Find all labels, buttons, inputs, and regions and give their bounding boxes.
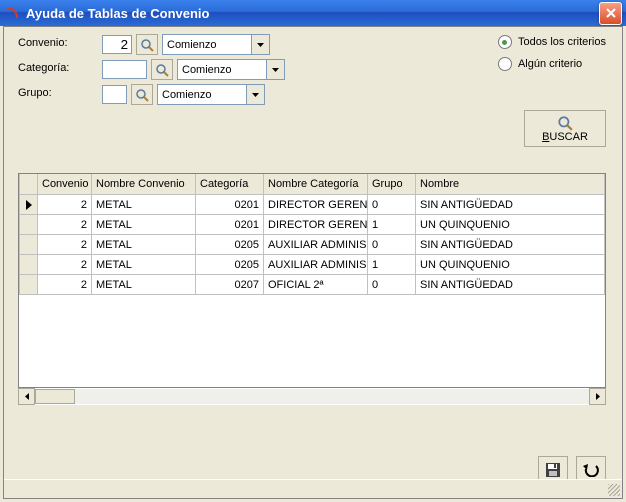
- cell[interactable]: SIN ANTIGÜEDAD: [416, 195, 605, 215]
- undo-icon: [582, 463, 600, 477]
- radio-all-label: Todos los criterios: [518, 36, 606, 48]
- cell[interactable]: UN QUINQUENIO: [416, 215, 605, 235]
- criteria-radio-group: Todos los criterios Algún criterio: [498, 35, 606, 79]
- cell[interactable]: 2: [38, 235, 92, 255]
- cell[interactable]: METAL: [92, 195, 196, 215]
- categoria-combo-text: Comienzo: [178, 64, 266, 76]
- cell[interactable]: 1: [368, 255, 416, 275]
- chevron-down-icon: [251, 35, 269, 54]
- table-row[interactable]: 2METAL0205AUXILIAR ADMINIS0SIN ANTIGÜEDA…: [20, 235, 605, 255]
- cell[interactable]: 0207: [196, 275, 264, 295]
- grupo-lookup-button[interactable]: [131, 84, 153, 105]
- cell[interactable]: 0205: [196, 255, 264, 275]
- radio-all-criteria[interactable]: Todos los criterios: [498, 35, 606, 49]
- table-row[interactable]: 2METAL0201DIRECTOR GEREN0SIN ANTIGÜEDAD: [20, 195, 605, 215]
- cell[interactable]: 2: [38, 215, 92, 235]
- status-bar: [4, 479, 622, 498]
- titlebar[interactable]: Ayuda de Tablas de Convenio: [0, 0, 626, 26]
- current-row-icon: [25, 200, 33, 210]
- radio-any-criteria[interactable]: Algún criterio: [498, 57, 606, 71]
- col-convenio[interactable]: Convenio: [38, 174, 92, 195]
- cell[interactable]: DIRECTOR GEREN: [264, 215, 368, 235]
- radio-any-label: Algún criterio: [518, 58, 582, 70]
- cell[interactable]: AUXILIAR ADMINIS: [264, 235, 368, 255]
- floppy-icon: [545, 462, 561, 478]
- results-grid[interactable]: Convenio Nombre Convenio Categoría Nombr…: [18, 173, 606, 388]
- grupo-input[interactable]: [102, 85, 127, 104]
- cell[interactable]: 1: [368, 215, 416, 235]
- chevron-down-icon: [266, 60, 284, 79]
- grupo-label: Grupo:: [18, 87, 52, 99]
- scroll-left-button[interactable]: [18, 388, 35, 405]
- cell[interactable]: METAL: [92, 255, 196, 275]
- cell[interactable]: 0201: [196, 215, 264, 235]
- categoria-match-combo[interactable]: Comienzo: [177, 59, 285, 80]
- row-selector-header: [20, 174, 38, 195]
- client-area: Convenio: Comienzo Categoría: Comienzo: [3, 26, 623, 499]
- close-button[interactable]: [599, 2, 622, 25]
- col-categoria[interactable]: Categoría: [196, 174, 264, 195]
- close-icon: [606, 8, 616, 18]
- categoria-lookup-button[interactable]: [151, 59, 173, 80]
- cell[interactable]: 2: [38, 275, 92, 295]
- categoria-label: Categoría:: [18, 62, 69, 74]
- col-nombre-categoria[interactable]: Nombre Categoría: [264, 174, 368, 195]
- cell[interactable]: 0: [368, 275, 416, 295]
- grid-hscrollbar[interactable]: [18, 388, 606, 405]
- radio-dot-icon: [498, 57, 512, 71]
- table-row[interactable]: 2METAL0205AUXILIAR ADMINIS1UN QUINQUENIO: [20, 255, 605, 275]
- table-row[interactable]: 2METAL0201DIRECTOR GEREN1UN QUINQUENIO: [20, 215, 605, 235]
- convenio-combo-text: Comienzo: [163, 39, 251, 51]
- cell[interactable]: METAL: [92, 215, 196, 235]
- magnifier-icon: [135, 88, 149, 102]
- categoria-input[interactable]: [102, 60, 147, 79]
- cell[interactable]: AUXILIAR ADMINIS: [264, 255, 368, 275]
- magnifier-icon: [557, 115, 573, 131]
- app-icon: [4, 5, 20, 21]
- search-button[interactable]: BUSCAR: [524, 110, 606, 147]
- col-nombre[interactable]: Nombre: [416, 174, 605, 195]
- search-fields: Convenio: Comienzo Categoría: Comienzo: [10, 33, 616, 128]
- radio-dot-icon: [498, 35, 512, 49]
- convenio-input[interactable]: [102, 35, 132, 54]
- grupo-match-combo[interactable]: Comienzo: [157, 84, 265, 105]
- col-grupo[interactable]: Grupo: [368, 174, 416, 195]
- convenio-label: Convenio:: [18, 37, 68, 49]
- cell[interactable]: 0: [368, 195, 416, 215]
- cell[interactable]: 2: [38, 255, 92, 275]
- chevron-down-icon: [246, 85, 264, 104]
- cell[interactable]: DIRECTOR GEREN: [264, 195, 368, 215]
- scroll-track[interactable]: [35, 388, 589, 405]
- convenio-lookup-button[interactable]: [136, 34, 158, 55]
- cell[interactable]: UN QUINQUENIO: [416, 255, 605, 275]
- dialog-window: Ayuda de Tablas de Convenio Convenio: Co…: [0, 0, 626, 502]
- search-button-label: BUSCAR: [542, 131, 588, 143]
- col-nombre-convenio[interactable]: Nombre Convenio: [92, 174, 196, 195]
- cell[interactable]: 0: [368, 235, 416, 255]
- window-title: Ayuda de Tablas de Convenio: [26, 6, 599, 21]
- scroll-thumb[interactable]: [35, 389, 75, 404]
- scroll-right-button[interactable]: [589, 388, 606, 405]
- cell[interactable]: 0205: [196, 235, 264, 255]
- convenio-match-combo[interactable]: Comienzo: [162, 34, 270, 55]
- cell[interactable]: 0201: [196, 195, 264, 215]
- magnifier-icon: [140, 38, 154, 52]
- cell[interactable]: SIN ANTIGÜEDAD: [416, 235, 605, 255]
- table-row[interactable]: 2METAL0207OFICIAL 2ª0SIN ANTIGÜEDAD: [20, 275, 605, 295]
- cell[interactable]: 2: [38, 195, 92, 215]
- cell[interactable]: SIN ANTIGÜEDAD: [416, 275, 605, 295]
- grupo-combo-text: Comienzo: [158, 89, 246, 101]
- magnifier-icon: [155, 63, 169, 77]
- cell[interactable]: OFICIAL 2ª: [264, 275, 368, 295]
- cell[interactable]: METAL: [92, 275, 196, 295]
- cell[interactable]: METAL: [92, 235, 196, 255]
